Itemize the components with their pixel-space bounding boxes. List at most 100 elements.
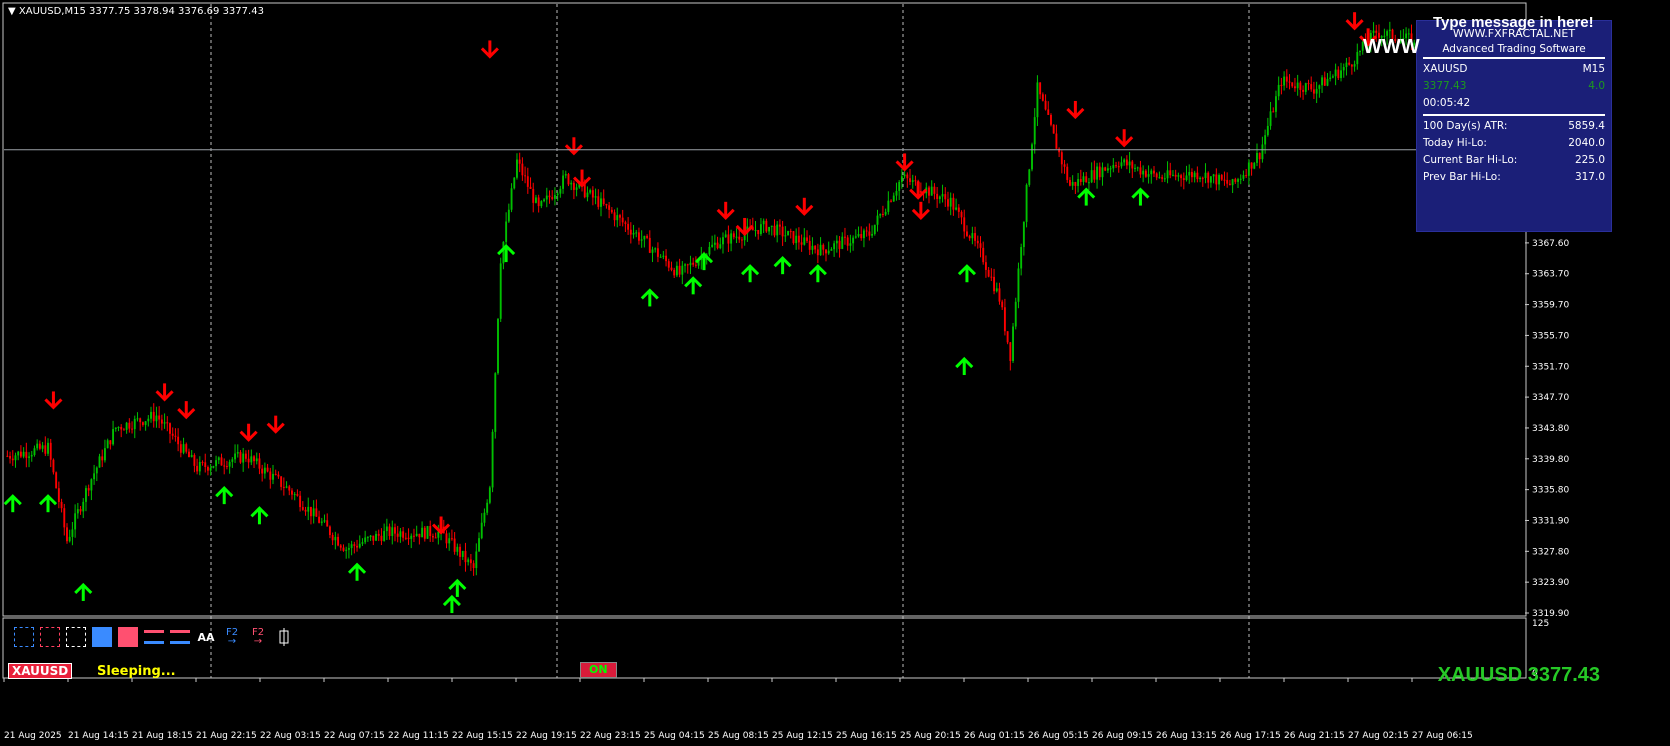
up-arrow-signal [808,264,827,283]
candle-body [1085,176,1088,183]
x-tick-label: 22 Aug 23:15 [580,731,641,741]
y-tick-label: 3331.90 [1532,516,1569,526]
blue-filled-rect-button[interactable] [92,627,112,647]
candle-body [984,262,987,270]
x-tick-label: 27 Aug 02:15 [1348,731,1409,741]
on-toggle-button[interactable]: ON [580,662,617,678]
up-arrow-signal [741,264,760,283]
x-tick-label: 25 Aug 08:15 [708,731,769,741]
candle-body [480,522,483,539]
candle-body [413,535,415,537]
candle-body [353,544,356,546]
collapse-triangle-icon[interactable]: ▼ [8,6,16,17]
candle-body [155,415,158,422]
candle-body [1115,165,1117,167]
red-dashed-rect-button[interactable] [40,627,60,647]
candle-body [453,538,456,552]
candle-body [1237,179,1239,182]
x-tick-label: 26 Aug 09:15 [1092,731,1153,741]
candle-body [524,175,527,177]
white-dashed-rect-button[interactable] [66,627,86,647]
candle-body [1302,89,1305,92]
blue-dashed-rect-button[interactable] [14,627,34,647]
candle-body [871,233,874,236]
candle-body [9,455,12,459]
candle-body [881,213,884,215]
up-arrow-signal [250,506,269,525]
candle-body [334,536,337,541]
candle-body [825,249,827,254]
candle-body [71,529,74,537]
candle-body [1144,170,1147,177]
candle-body [1299,82,1302,90]
x-tick-label: 21 Aug 2025 [4,731,62,741]
candle-body [1044,100,1047,110]
down-arrow-signal [177,401,196,420]
candle-body [1342,67,1345,71]
f2-red-button[interactable]: F2 → [248,627,268,647]
candle-body [659,256,662,258]
candle-body [1223,179,1226,181]
candle-body [1258,152,1261,160]
candle-body [1082,176,1085,182]
candle-body [128,422,131,429]
candle-body [318,516,321,523]
candle-body [1131,161,1134,169]
candle-body [827,250,830,254]
candle-body [1090,170,1093,183]
candle-body [675,265,678,276]
panel-symbol-row: XAUUSD M15 [1417,61,1611,78]
candle-body [1264,135,1267,145]
candle-body [258,458,261,469]
candle-body [49,442,52,460]
red-blue-lines-button[interactable] [144,627,164,647]
candle-body [911,180,914,182]
candle-body [806,237,808,241]
candle-body [995,288,998,292]
candle-body [494,373,497,432]
candle-body [591,190,594,198]
candle-body [1407,33,1410,35]
candle-body [963,217,966,232]
candle-body [906,174,909,179]
up-arrow-signal [215,486,234,505]
panel-change: 4.0 [1588,80,1605,92]
red-blue-lines-button-2[interactable] [170,627,190,647]
candle-body [469,559,472,564]
candle-body [1312,89,1315,94]
red-filled-rect-button[interactable] [118,627,138,647]
y-tick-label: 3339.80 [1532,455,1569,465]
candle-body [407,537,410,539]
candle-body [621,217,624,223]
text-size-button[interactable]: AA [196,627,216,647]
candle-body [1139,167,1142,175]
candle-body [1093,170,1096,180]
down-arrow-signal [911,201,930,220]
candle-tool-button[interactable] [274,627,294,647]
candle-body [158,415,161,420]
candle-body [1212,174,1215,177]
candle-body [1052,124,1055,134]
symbol-badge[interactable]: XAUUSD [8,663,73,679]
candle-body [770,225,773,227]
down-arrow-signal [895,153,914,172]
candle-body [846,237,849,246]
candle-body [689,262,692,266]
candle-body [280,476,283,487]
f2-blue-button[interactable]: F2 → [222,627,242,647]
candle-body [708,246,711,255]
candle-body [673,269,676,276]
up-arrow-signal [3,494,22,513]
x-tick-label: 22 Aug 19:15 [516,731,577,741]
panel-tagline: Advanced Trading Software [1442,43,1586,55]
candle-body [1204,172,1207,178]
down-arrow-signal [266,415,285,434]
down-arrow-signal [1066,100,1085,120]
candle-body [987,269,990,277]
candle-body [1253,162,1256,169]
candle-body [315,508,318,517]
candle-body [610,209,613,213]
candle-body [1261,144,1264,160]
candle-body [952,197,955,210]
candle-body [1228,183,1231,186]
